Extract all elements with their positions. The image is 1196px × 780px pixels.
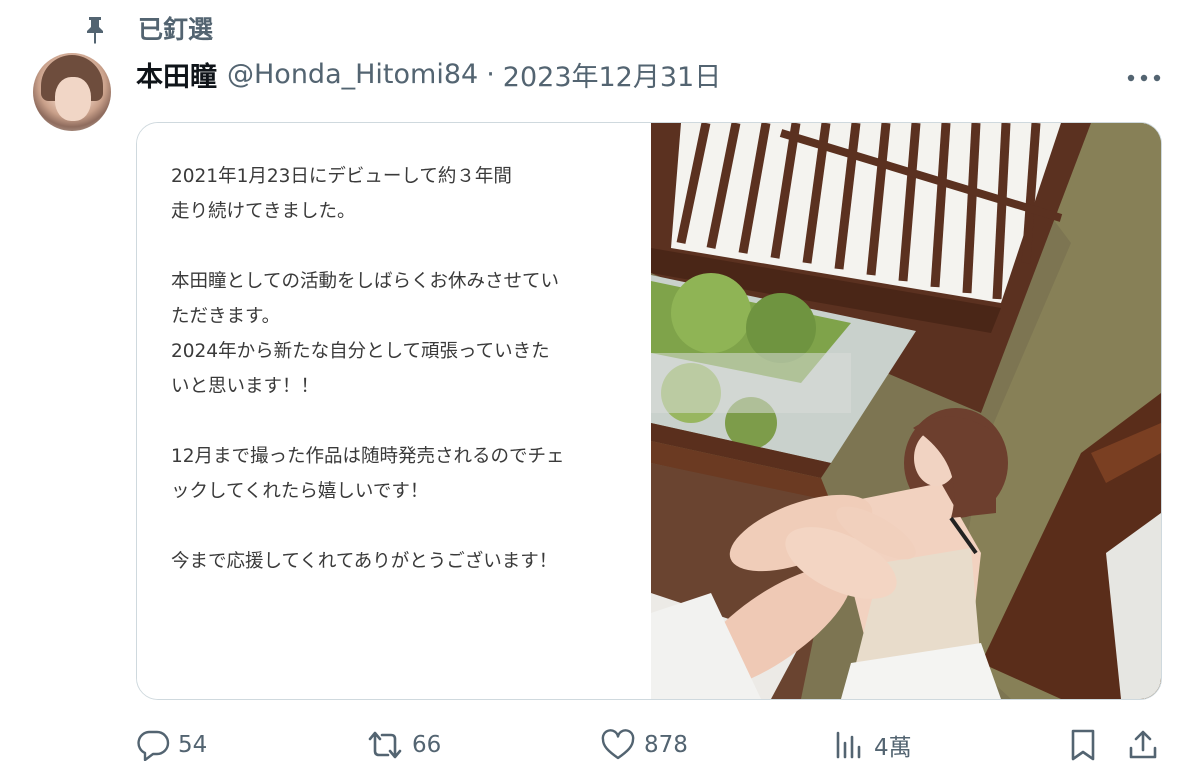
message-line: ックしてくれたら嬉しいです！ [171,481,429,502]
user-handle[interactable]: @Honda_Hitomi84 [227,59,478,90]
bookmark-icon [1068,728,1098,762]
photo-illustration [651,123,1161,699]
photo-image [651,123,1161,699]
post-header: 本田瞳 @Honda_Hitomi84 · 2023年12月31日 [136,54,721,94]
reply-icon [136,729,170,761]
message-line: 2021年1月23日にデビューして約３年間 [171,166,512,187]
separator-dot: · [486,58,495,90]
message-line: ただきます。 [171,306,281,327]
more-options-button[interactable] [1124,62,1164,90]
message-line: 走り続けてきました。 [171,201,356,222]
message-text: 2021年1月23日にデビューして約３年間 走り続けてきました。本田瞳としての活動… [171,159,631,579]
reply-count: 54 [178,732,208,758]
share-icon [1126,728,1160,762]
views-icon [834,729,866,761]
display-name[interactable]: 本田瞳 [136,55,217,94]
avatar-face [55,77,91,121]
action-bar: 54 66 878 4萬 [136,722,1166,768]
more-icon [1127,67,1161,86]
share-button[interactable] [1126,722,1160,768]
repost-icon [366,729,404,761]
message-line: 12月まで撮った作品は随時発売されるのでチェ [171,446,565,467]
message-gap [171,229,631,264]
message-line: 2024年から新たな自分として頑張っていきた [171,341,550,362]
repost-count: 66 [412,732,442,758]
views-count: 4萬 [874,735,912,761]
message-line: 本田瞳としての活動をしばらくお休みさせてい [171,271,559,292]
like-count: 878 [644,732,688,758]
post-date[interactable]: 2023年12月31日 [503,55,721,94]
repost-button[interactable]: 66 [366,722,441,768]
message-gap [171,404,631,439]
message-line: 今まで応援してくれてありがとうございます！ [171,551,558,572]
message-line: いと思います！！ [171,376,320,397]
views-button[interactable]: 4萬 [834,722,912,768]
post-media[interactable]: 2021年1月23日にデビューして約３年間 走り続けてきました。本田瞳としての活動… [136,122,1162,700]
pinned-label: 已釘選 [138,15,214,44]
like-button[interactable]: 878 [600,722,688,768]
bookmark-button[interactable] [1068,722,1098,768]
pin-icon [82,15,108,44]
reply-button[interactable]: 54 [136,722,207,768]
message-gap [171,509,631,544]
avatar[interactable] [33,53,111,131]
heart-icon [600,729,636,761]
message-image: 2021年1月23日にデビューして約３年間 走り続けてきました。本田瞳としての活動… [137,123,651,699]
pinned-indicator: 已釘選 [82,12,213,44]
